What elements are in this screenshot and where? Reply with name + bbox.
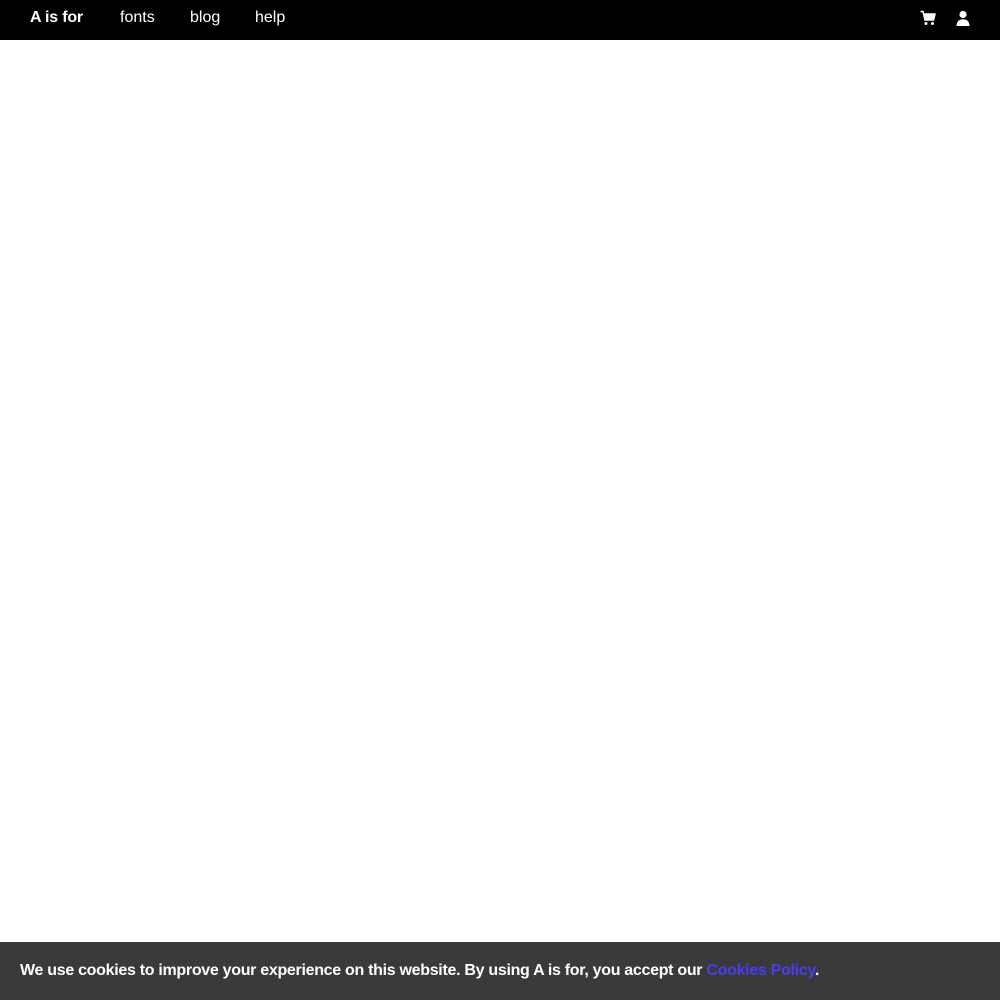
main-content-area [0, 40, 1000, 942]
cookie-message: We use cookies to improve your experienc… [20, 961, 819, 981]
user-icon[interactable] [955, 10, 971, 26]
cookies-policy-link[interactable]: Cookies Policy [706, 962, 815, 979]
nav-link-blog[interactable]: blog [190, 8, 220, 28]
brand-logo-link[interactable]: A is for [30, 8, 83, 28]
cart-icon[interactable] [920, 10, 936, 26]
cookie-message-period: . [814, 962, 819, 979]
nav-link-fonts[interactable]: fonts [120, 8, 155, 28]
nav-link-help[interactable]: help [255, 8, 285, 28]
cookie-message-text: We use cookies to improve your experienc… [20, 962, 707, 979]
cookie-banner: We use cookies to improve your experienc… [0, 942, 1000, 1000]
top-navigation-bar: A is for fonts blog help [0, 0, 1000, 40]
